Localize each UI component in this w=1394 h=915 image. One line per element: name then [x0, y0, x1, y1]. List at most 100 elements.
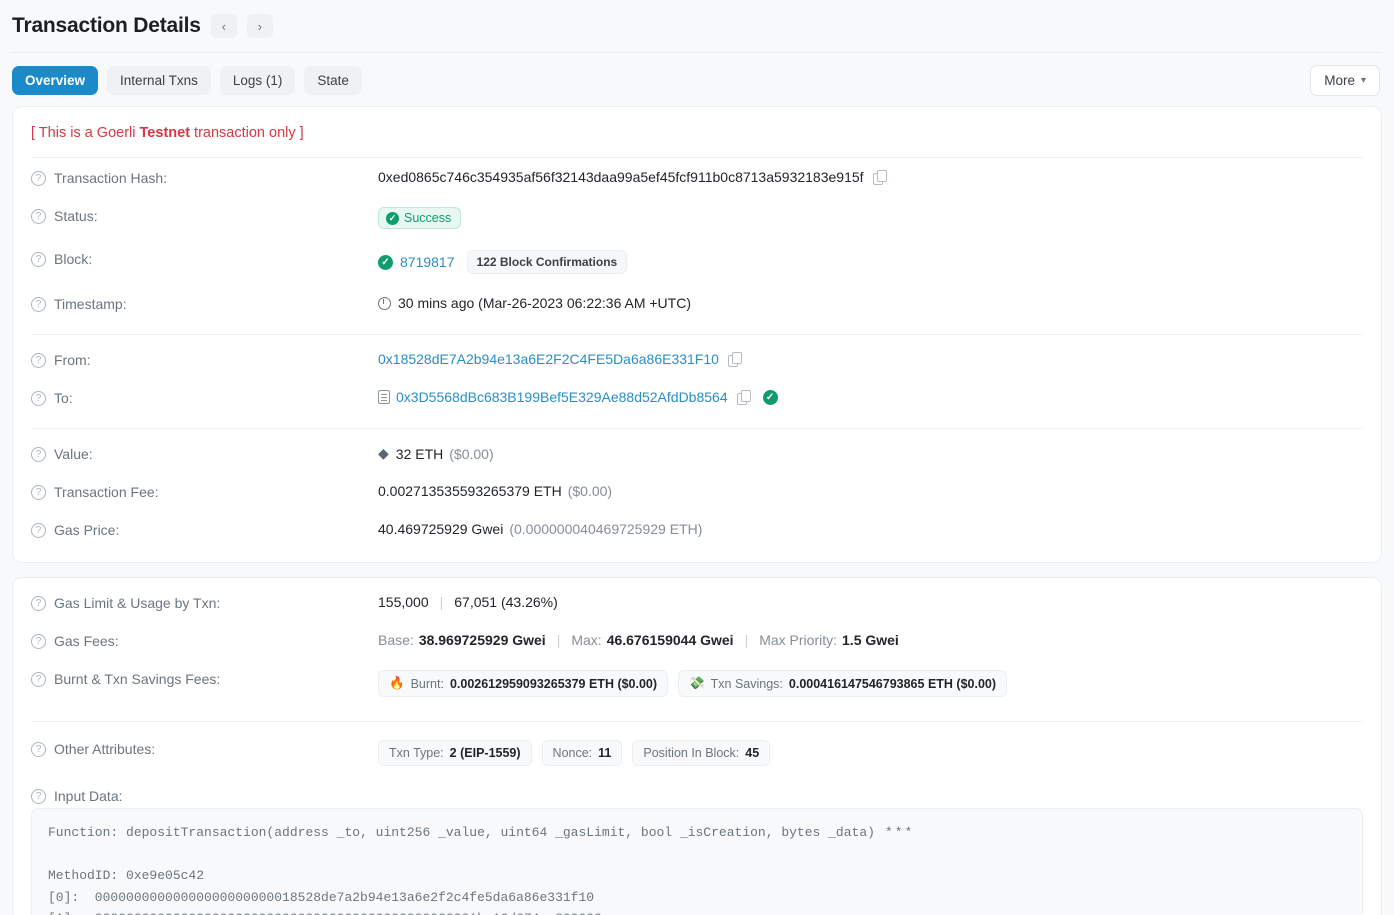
more-label: More: [1324, 73, 1355, 88]
help-icon[interactable]: ?: [31, 296, 46, 312]
more-button[interactable]: More ▾: [1310, 65, 1380, 96]
clock-icon: [378, 296, 391, 310]
label-text: Gas Price:: [54, 522, 120, 538]
label-text: Timestamp:: [54, 296, 127, 312]
label-transaction-hash: ? Transaction Hash:: [31, 169, 378, 186]
label-text: To:: [54, 390, 73, 406]
help-icon[interactable]: ?: [31, 522, 46, 538]
row-status: ? Status: ✓ Success: [13, 196, 1381, 239]
row-value: ? Value: ◆ 32 ETH ($0.00): [13, 429, 1381, 472]
label-gas-limit-usage: ? Gas Limit & Usage by Txn:: [31, 594, 378, 611]
value-to: 0x3D5568dBc683B199Bef5E329Ae88d52AfdDb85…: [378, 389, 778, 405]
status-text: Success: [404, 211, 452, 225]
fire-icon: 🔥: [389, 676, 405, 690]
label-to: ? To:: [31, 389, 378, 406]
help-icon[interactable]: ?: [31, 170, 46, 186]
block-number-link[interactable]: 8719817: [400, 254, 455, 270]
gas-max-label: Max:: [571, 632, 602, 648]
nonce-value: 11: [598, 746, 612, 760]
label-gas-fees: ? Gas Fees:: [31, 632, 378, 649]
help-icon[interactable]: ?: [31, 390, 46, 406]
help-icon[interactable]: ?: [31, 208, 46, 224]
row-to: ? To: 0x3D5568dBc683B199Bef5E329Ae88d52A…: [13, 378, 1381, 416]
row-input-data: ? Input Data:: [13, 776, 1381, 804]
help-icon[interactable]: ?: [31, 446, 46, 462]
label-text: Other Attributes:: [54, 741, 156, 757]
label-text: Status:: [54, 208, 98, 224]
tab-internal-txns[interactable]: Internal Txns: [107, 66, 211, 95]
label-text: Block:: [54, 251, 93, 267]
input-method-id: MethodID: 0xe9e05c42: [48, 868, 205, 883]
ethereum-icon: ◆: [378, 445, 389, 461]
transaction-details-page: Transaction Details ‹ › Overview Interna…: [0, 0, 1394, 915]
nonce-label: Nonce:: [552, 746, 593, 760]
row-burnt-savings: ? Burnt & Txn Savings Fees: 🔥 Burnt: 0.0…: [13, 659, 1381, 707]
help-icon[interactable]: ?: [31, 595, 46, 611]
label-other-attributes: ? Other Attributes:: [31, 740, 378, 757]
value-gas-limit-usage: 155,000 | 67,051 (43.26%): [378, 594, 558, 610]
testnet-notice-suffix: transaction only ]: [190, 125, 304, 141]
testnet-notice: [ This is a Goerli Testnet transaction o…: [13, 107, 1381, 157]
verified-contract-icon: ✓: [762, 389, 778, 405]
row-timestamp: ? Timestamp: 30 mins ago (Mar-26-2023 06…: [13, 284, 1381, 322]
label-burnt-savings: ? Burnt & Txn Savings Fees:: [31, 670, 378, 687]
check-circle-icon: ✓: [378, 254, 393, 270]
label-text: Value:: [54, 446, 93, 462]
from-address-link[interactable]: 0x18528dE7A2b94e13a6E2F2C4FE5Da6a86E331F…: [378, 351, 719, 367]
txn-type-label: Txn Type:: [389, 746, 444, 760]
block-confirmations-badge: 122 Block Confirmations: [466, 250, 628, 274]
tab-overview[interactable]: Overview: [12, 66, 99, 95]
help-icon[interactable]: ?: [31, 671, 46, 687]
prev-transaction-button[interactable]: ‹: [210, 14, 237, 38]
label-text: Transaction Hash:: [54, 170, 168, 186]
input-arg-1: [1]: 00000000000000000000000000000000000…: [48, 911, 602, 915]
row-other-attributes: ? Other Attributes: Txn Type: 2 (EIP-155…: [13, 722, 1381, 776]
gas-limit-value: 155,000: [378, 594, 429, 610]
copy-icon[interactable]: [727, 352, 742, 367]
tab-bar: Overview Internal Txns Logs (1) State Mo…: [0, 53, 1394, 106]
label-input-data: ? Input Data:: [31, 787, 378, 804]
copy-icon[interactable]: [872, 170, 887, 185]
gas-details-card: ? Gas Limit & Usage by Txn: 155,000 | 67…: [12, 577, 1382, 915]
tab-state[interactable]: State: [304, 66, 362, 95]
txn-savings-badge: 💸 Txn Savings: 0.000416147546793865 ETH …: [678, 670, 1008, 697]
txn-type-badge: Txn Type: 2 (EIP-1559): [378, 740, 532, 766]
overview-card: [ This is a Goerli Testnet transaction o…: [12, 106, 1382, 563]
value-status: ✓ Success: [378, 207, 462, 229]
input-data-box[interactable]: Function: depositTransaction(address _to…: [31, 808, 1363, 915]
help-icon[interactable]: ?: [31, 633, 46, 649]
input-arg-0: [0]: 00000000000000000000000018528de7a2b…: [48, 889, 595, 905]
label-text: From:: [54, 352, 91, 368]
to-address-link[interactable]: 0x3D5568dBc683B199Bef5E329Ae88d52AfdDb85…: [396, 389, 728, 405]
help-icon[interactable]: ?: [31, 788, 46, 804]
help-icon[interactable]: ?: [31, 741, 46, 757]
position-value: 45: [745, 746, 760, 760]
fee-usd: ($0.00): [567, 483, 613, 499]
tab-logs[interactable]: Logs (1): [219, 66, 296, 95]
fee-eth: 0.002713535593265379 ETH: [378, 483, 562, 499]
separator: |: [744, 632, 749, 648]
next-transaction-button[interactable]: ›: [246, 14, 273, 38]
row-transaction-fee: ? Transaction Fee: 0.002713535593265379 …: [13, 472, 1381, 510]
check-circle-icon: ✓: [386, 211, 399, 225]
label-text: Transaction Fee:: [54, 484, 159, 500]
testnet-notice-prefix: [ This is a Goerli: [31, 125, 140, 141]
value-other-attributes: Txn Type: 2 (EIP-1559) Nonce: 11 Positio…: [378, 740, 780, 766]
value-transaction-fee: 0.002713535593265379 ETH ($0.00): [378, 483, 612, 499]
label-block: ? Block:: [31, 250, 378, 267]
value-usd: ($0.00): [449, 445, 494, 462]
help-icon[interactable]: ?: [31, 251, 46, 267]
value-amount: ◆ 32 ETH ($0.00): [378, 445, 494, 462]
gas-used-value: 67,051 (43.26%): [454, 594, 558, 610]
gas-priority-value: 1.5 Gwei: [842, 632, 899, 648]
value-burnt-savings: 🔥 Burnt: 0.002612959093265379 ETH ($0.00…: [378, 670, 1017, 697]
position-label: Position In Block:: [643, 746, 740, 760]
help-icon[interactable]: ?: [31, 484, 46, 500]
chevron-down-icon: ▾: [1360, 75, 1366, 86]
gas-priority-label: Max Priority:: [759, 632, 838, 648]
copy-icon[interactable]: [736, 390, 751, 405]
value-block: ✓ 8719817 122 Block Confirmations: [378, 250, 628, 274]
position-in-block-badge: Position In Block: 45: [632, 740, 771, 766]
help-icon[interactable]: ?: [31, 352, 46, 368]
row-block: ? Block: ✓ 8719817 122 Block Confirmatio…: [13, 239, 1381, 284]
